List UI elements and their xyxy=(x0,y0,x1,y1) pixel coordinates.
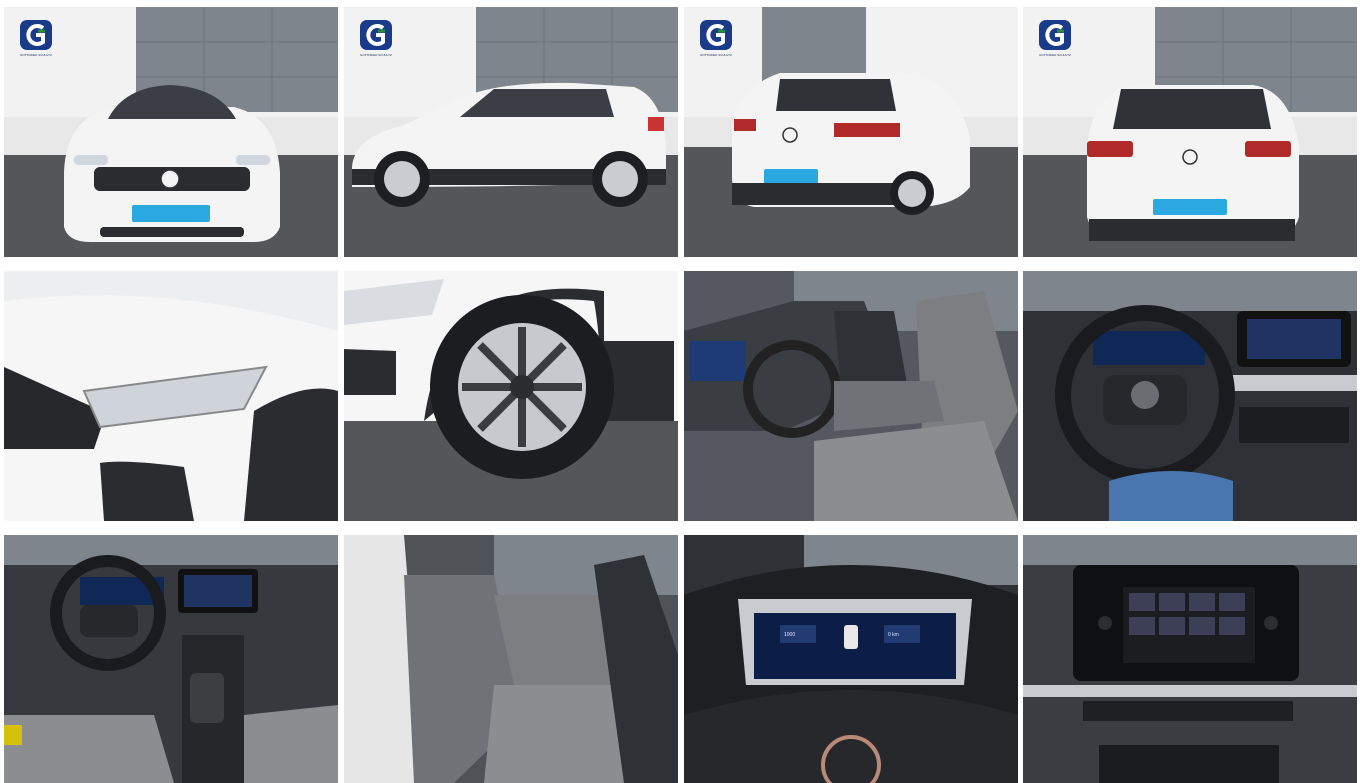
photo-headlight-detail[interactable] xyxy=(4,271,338,521)
svg-text:GOTTFRIED SCHULTZ: GOTTFRIED SCHULTZ xyxy=(1039,53,1071,57)
photo-gallery: 1000 0 km GOTTFRIED SCHULTZ GOTTFRIED SC… xyxy=(0,0,1363,783)
photo-cockpit-overview[interactable] xyxy=(4,535,338,783)
dealer-logo-icon: GOTTFRIED SCHULTZ xyxy=(18,18,54,58)
svg-text:1000: 1000 xyxy=(784,632,795,638)
photo-exterior-side[interactable] xyxy=(344,7,678,257)
photo-wheel-detail[interactable] xyxy=(344,271,678,521)
svg-text:GOTTFRIED SCHULTZ: GOTTFRIED SCHULTZ xyxy=(20,53,52,57)
photo-interior-front-seats[interactable] xyxy=(684,271,1018,521)
svg-text:GOTTFRIED SCHULTZ: GOTTFRIED SCHULTZ xyxy=(700,53,732,57)
photo-instrument-cluster[interactable]: 1000 0 km xyxy=(684,535,1018,783)
svg-text:0 km: 0 km xyxy=(888,632,899,638)
photo-exterior-rear[interactable] xyxy=(1023,7,1357,257)
svg-text:GOTTFRIED SCHULTZ: GOTTFRIED SCHULTZ xyxy=(360,53,392,57)
photo-infotainment-screen[interactable] xyxy=(1023,535,1357,783)
photo-exterior-front[interactable] xyxy=(4,7,338,257)
dealer-logo-icon: GOTTFRIED SCHULTZ xyxy=(358,18,394,58)
photo-steering-wheel-dashboard[interactable] xyxy=(1023,271,1357,521)
dealer-logo-icon: GOTTFRIED SCHULTZ xyxy=(1037,18,1073,58)
photo-rear-seats[interactable] xyxy=(344,535,678,783)
dealer-logo-icon: GOTTFRIED SCHULTZ xyxy=(698,18,734,58)
photo-exterior-rear-three-quarter[interactable] xyxy=(684,7,1018,257)
